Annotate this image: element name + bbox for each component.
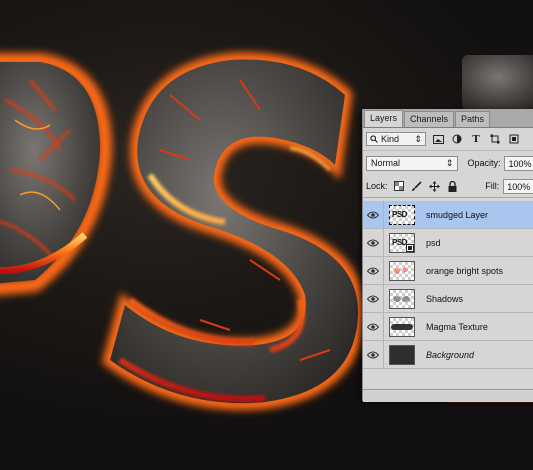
lock-position-icon[interactable] bbox=[428, 180, 441, 193]
thumbnail-preview bbox=[391, 323, 413, 330]
image-filter-icon[interactable] bbox=[431, 132, 445, 146]
layer-name[interactable]: Magma Texture bbox=[426, 322, 488, 332]
layer-row-smudged-layer[interactable]: PSD smudged Layer bbox=[363, 201, 533, 229]
shape-filter-icon[interactable] bbox=[488, 132, 502, 146]
visibility-eye-icon[interactable] bbox=[363, 267, 383, 275]
lock-all-icon[interactable] bbox=[446, 180, 459, 193]
letter-s-artwork bbox=[101, 52, 366, 411]
row-divider bbox=[383, 341, 384, 368]
row-divider bbox=[383, 313, 384, 340]
tab-channels[interactable]: Channels bbox=[404, 111, 455, 127]
tab-layers[interactable]: Layers bbox=[364, 110, 404, 127]
row-divider bbox=[383, 229, 384, 256]
smart-object-filter-icon[interactable] bbox=[507, 132, 521, 146]
layer-name[interactable]: psd bbox=[426, 238, 441, 248]
thumbnail-preview bbox=[394, 267, 408, 274]
lock-paint-icon[interactable] bbox=[410, 180, 423, 193]
layers-panel: Layers Channels Paths Kind ⇕ T Normal ⇕ … bbox=[362, 109, 533, 402]
lock-label: Lock: bbox=[366, 181, 388, 191]
layer-name[interactable]: Background bbox=[426, 350, 474, 360]
blend-mode-value: Normal bbox=[371, 158, 401, 168]
visibility-eye-icon[interactable] bbox=[363, 323, 383, 331]
layer-row-shadows[interactable]: Shadows bbox=[363, 285, 533, 313]
smart-object-badge-icon bbox=[406, 243, 414, 252]
layer-row-orange-bright-spots[interactable]: orange bright spots bbox=[363, 257, 533, 285]
fill-label: Fill: bbox=[485, 181, 500, 191]
layer-thumbnail bbox=[389, 316, 415, 337]
row-divider bbox=[383, 285, 384, 312]
opacity-field[interactable]: 100% bbox=[504, 155, 533, 171]
blend-row: Normal ⇕ Opacity: 100% bbox=[363, 151, 533, 175]
visibility-eye-icon[interactable] bbox=[363, 351, 383, 359]
layer-row-magma-texture[interactable]: Magma Texture bbox=[363, 313, 533, 341]
filter-kind-dropdown[interactable]: Kind ⇕ bbox=[366, 132, 426, 146]
search-icon bbox=[370, 135, 378, 143]
thumbnail-psd-text: PSD bbox=[392, 209, 407, 219]
layer-name[interactable]: Shadows bbox=[426, 294, 463, 304]
panel-tab-bar: Layers Channels Paths bbox=[363, 109, 533, 128]
layer-thumbnail: PSD bbox=[389, 232, 415, 253]
fill-field[interactable]: 100% bbox=[503, 178, 533, 194]
blend-mode-dropdown[interactable]: Normal ⇕ bbox=[366, 155, 459, 171]
layer-row-background[interactable]: Background bbox=[363, 341, 533, 369]
dropdown-arrows-icon: ⇕ bbox=[445, 157, 454, 168]
type-filter-icon[interactable]: T bbox=[469, 132, 483, 146]
opacity-label: Opacity: bbox=[467, 158, 501, 168]
dropdown-arrows-icon: ⇕ bbox=[414, 133, 422, 144]
layer-thumbnail bbox=[389, 344, 415, 365]
layer-filter-row: Kind ⇕ T bbox=[363, 128, 533, 151]
adjustment-filter-icon[interactable] bbox=[450, 132, 464, 146]
layer-thumbnail bbox=[389, 260, 415, 281]
visibility-eye-icon[interactable] bbox=[363, 211, 383, 219]
panel-footer-bar bbox=[363, 389, 533, 402]
letter-p-artwork bbox=[0, 53, 113, 296]
filter-kind-label: Kind bbox=[381, 134, 400, 144]
lock-row: Lock: Fill: 100% bbox=[363, 175, 533, 198]
layer-name[interactable]: orange bright spots bbox=[426, 266, 503, 276]
layer-name[interactable]: smudged Layer bbox=[426, 210, 488, 220]
visibility-eye-icon[interactable] bbox=[363, 295, 383, 303]
row-divider bbox=[383, 257, 384, 284]
layer-thumbnail: PSD bbox=[389, 204, 415, 225]
thumbnail-preview bbox=[393, 295, 410, 302]
layer-list: PSD smudged Layer PSD psd orange bright bbox=[363, 201, 533, 369]
layer-thumbnail bbox=[389, 288, 415, 309]
row-divider bbox=[383, 201, 384, 228]
lock-transparent-icon[interactable] bbox=[393, 180, 406, 193]
thumbnail-psd-text: PSD bbox=[392, 237, 407, 247]
visibility-eye-icon[interactable] bbox=[363, 239, 383, 247]
layer-row-psd[interactable]: PSD psd bbox=[363, 229, 533, 257]
tab-paths[interactable]: Paths bbox=[455, 111, 491, 127]
